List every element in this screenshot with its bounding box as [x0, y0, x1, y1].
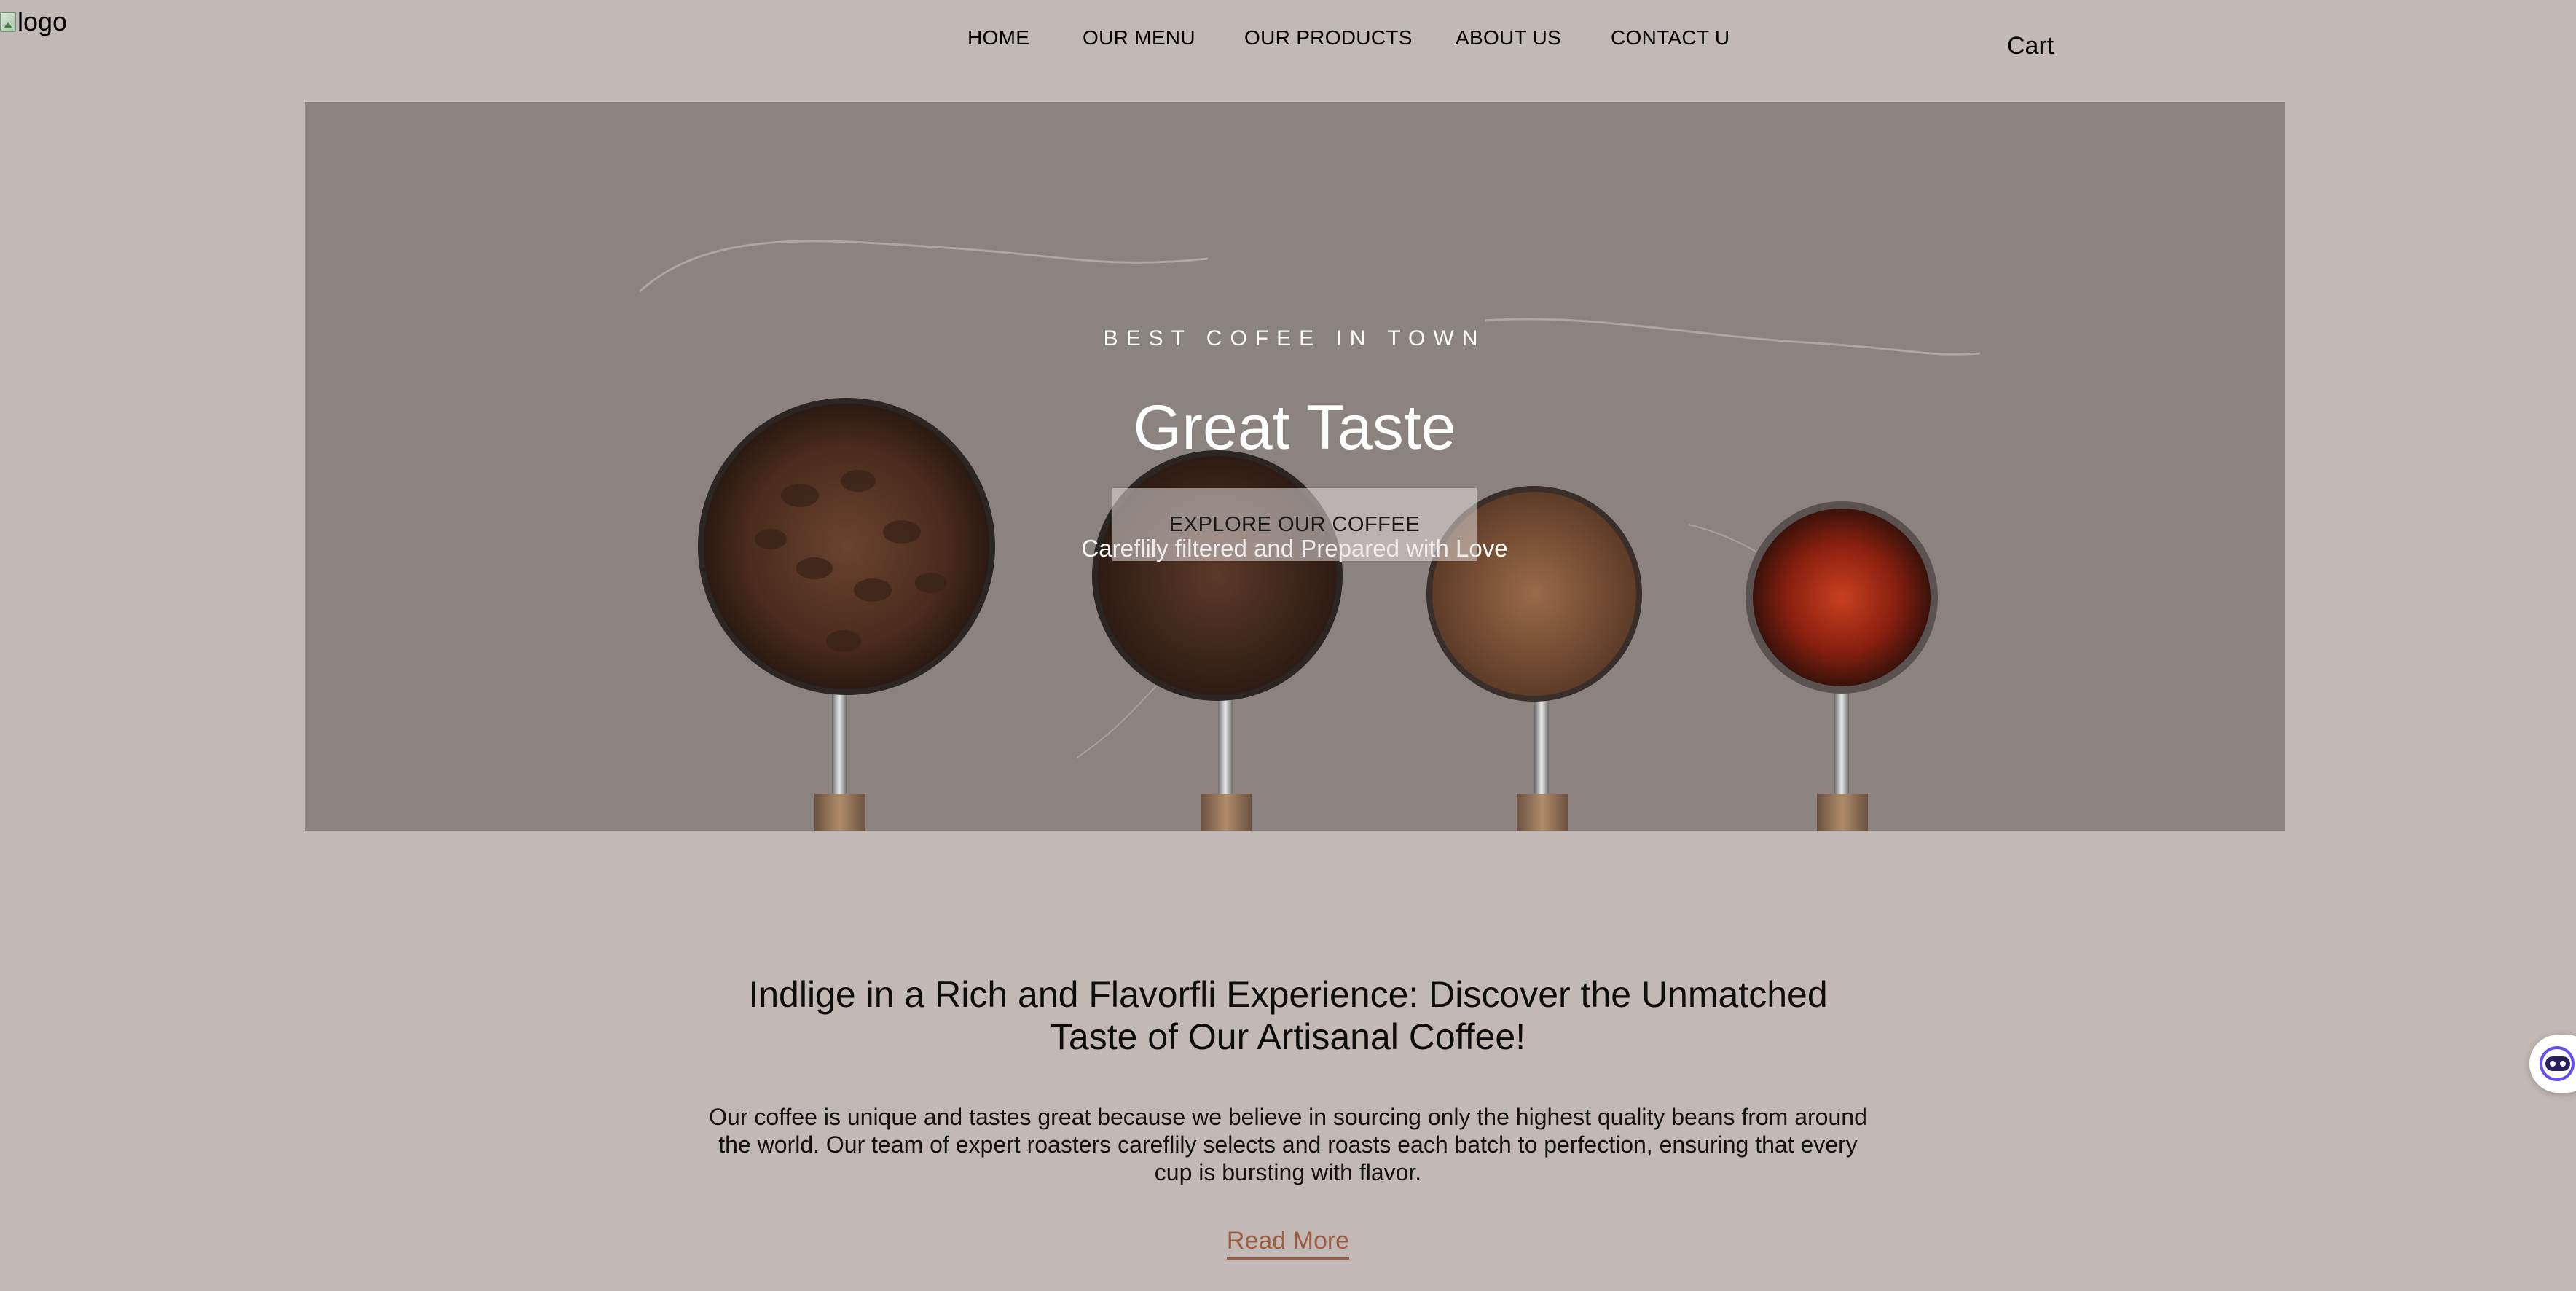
intro-body-line: cup is bursting with flavor. [1154, 1159, 1422, 1185]
chat-widget-button[interactable] [2529, 1035, 2576, 1093]
explore-coffee-button[interactable]: EXPLORE OUR COFFEE [1112, 488, 1477, 561]
nav-contact[interactable]: CONTACT U [1611, 26, 1729, 50]
nav-our-menu[interactable]: OUR MENU [1083, 26, 1195, 50]
intro-headline-line: Indlige in a Rich and Flavorfli Experien… [748, 974, 1828, 1015]
read-more-link[interactable]: Read More [1226, 1227, 1350, 1260]
coffee-scoops-illustration [638, 240, 1981, 831]
main-nav: HOME OUR MENU OUR PRODUCTS ABOUT US CONT… [0, 26, 2576, 54]
chat-bot-icon [2540, 1046, 2575, 1081]
nav-our-products[interactable]: OUR PRODUCTS [1244, 26, 1413, 50]
hero-title: Great Taste [1133, 393, 1456, 463]
read-more-container: Read More [0, 1227, 2576, 1260]
hero-eyebrow: BEST COFEE IN TOWN [1103, 326, 1486, 350]
intro-body-line: the world. Our team of expert roasters c… [718, 1131, 1858, 1158]
nav-home[interactable]: HOME [967, 26, 1029, 50]
cart-link[interactable]: Cart [2007, 32, 2054, 60]
nav-about-us[interactable]: ABOUT US [1456, 26, 1561, 50]
intro-headline: Indlige in a Rich and Flavorfli Experien… [705, 973, 1871, 1058]
intro-headline-line: Taste of Our Artisanal Coffee! [1050, 1016, 1526, 1057]
intro-body-line: Our coffee is unique and tastes great be… [709, 1104, 1867, 1130]
hero-banner: BEST COFEE IN TOWN Great Taste Careflily… [305, 102, 2285, 831]
intro-body: Our coffee is unique and tastes great be… [698, 1103, 1878, 1186]
